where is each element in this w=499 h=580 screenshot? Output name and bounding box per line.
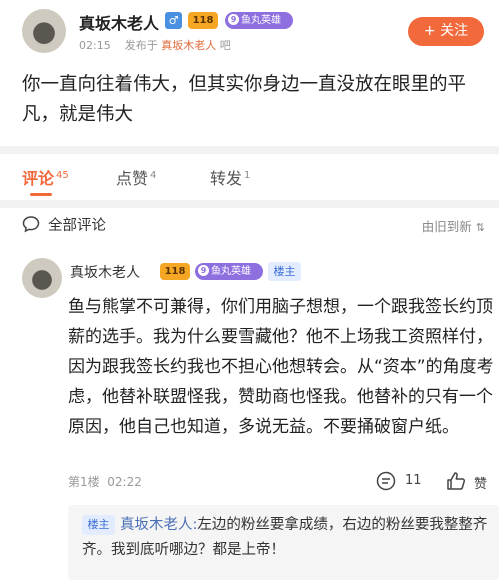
post-content: 你一直向往着伟大，但其实你身边一直没放在眼里的平凡，就是伟大 (22, 74, 467, 125)
comment-tabs: 评论 45 点赞 4 转发 1 (0, 154, 499, 200)
comment-content: 鱼与熊掌不可兼得，你们用脑子想想，一个跟我签长约顶薪的选手。我为什么要雪藏他？他… (68, 297, 494, 437)
comment-time: 02:22 (107, 475, 142, 489)
active-tab-indicator (30, 193, 52, 196)
like-label[interactable]: 赞 (474, 473, 487, 492)
author-avatar[interactable] (22, 9, 66, 53)
reply-preview[interactable]: 楼主 真坂木老人:左边的粉丝要拿成绩，右边的粉丝要我整整齐齐。我到底听哪边？都是… (68, 505, 499, 580)
comment-footer: 第1楼 02:22 11 赞 (68, 469, 499, 495)
fan-badge-level: 9 (228, 14, 239, 25)
fan-badge[interactable]: 9 鱼丸英雄 (225, 12, 293, 29)
floor-label: 第1楼 (68, 475, 100, 489)
section-header: 全部评论 由旧到新 ⇅ (0, 208, 499, 244)
published-in-prefix: 发布于 (124, 39, 158, 52)
fan-badge-label: 鱼丸英雄 (241, 15, 281, 26)
comment-bubble-icon (22, 216, 40, 233)
post-header: 真坂木老人 ♂ 118 9 鱼丸英雄 02:15 发布于 真坂木老人 吧 + 关注 (0, 0, 499, 62)
sort-label: 由旧到新 (421, 219, 472, 234)
tab-comments[interactable]: 评论 45 (22, 165, 69, 189)
commenter-name[interactable]: 真坂木老人 (70, 262, 140, 282)
tab-comments-label: 评论 (22, 169, 55, 188)
tab-reposts-label: 转发 (210, 169, 243, 188)
tab-likes[interactable]: 点赞 4 (116, 165, 156, 189)
comment-floor-time: 第1楼 02:22 (68, 473, 142, 490)
tab-reposts-count: 1 (244, 169, 251, 181)
male-icon: ♂ (165, 12, 182, 29)
follow-button[interactable]: + 关注 (408, 17, 484, 46)
tab-comments-count: 45 (56, 169, 69, 181)
post-meta: 02:15 发布于 真坂木老人 吧 (79, 37, 231, 53)
sort-toggle[interactable]: 由旧到新 ⇅ (422, 216, 485, 235)
reply-author[interactable]: 真坂木老人: (120, 517, 197, 533)
author-name[interactable]: 真坂木老人 (79, 10, 159, 34)
section-title: 全部评论 (48, 218, 106, 234)
tab-likes-count: 4 (150, 169, 157, 181)
forum-link[interactable]: 真坂木老人 (161, 39, 216, 52)
sort-arrows-icon: ⇅ (475, 221, 485, 234)
tab-likes-label: 点赞 (116, 169, 149, 188)
commenter-level-badge[interactable]: 118 (160, 263, 190, 280)
host-tag: 楼主 (268, 262, 301, 281)
fan-badge-label: 鱼丸英雄 (211, 266, 251, 277)
divider (0, 146, 499, 154)
fan-badge-level: 9 (198, 265, 209, 276)
reply-count: 11 (405, 473, 422, 488)
commenter-avatar[interactable] (22, 258, 62, 298)
level-badge[interactable]: 118 (188, 12, 218, 29)
divider (0, 200, 499, 208)
published-in-suffix: 吧 (219, 39, 231, 52)
commenter-fan-badge[interactable]: 9 鱼丸英雄 (195, 263, 263, 280)
tab-reposts[interactable]: 转发 1 (210, 165, 250, 189)
thumbs-up-icon[interactable] (445, 470, 467, 492)
post-time: 02:15 (79, 39, 111, 52)
reply-icon[interactable] (375, 470, 397, 492)
reply-text: 真坂木老人:左边的粉丝要拿成绩，右边的粉丝要我整整齐齐。我到底听哪边？都是上帝！ (82, 513, 492, 563)
